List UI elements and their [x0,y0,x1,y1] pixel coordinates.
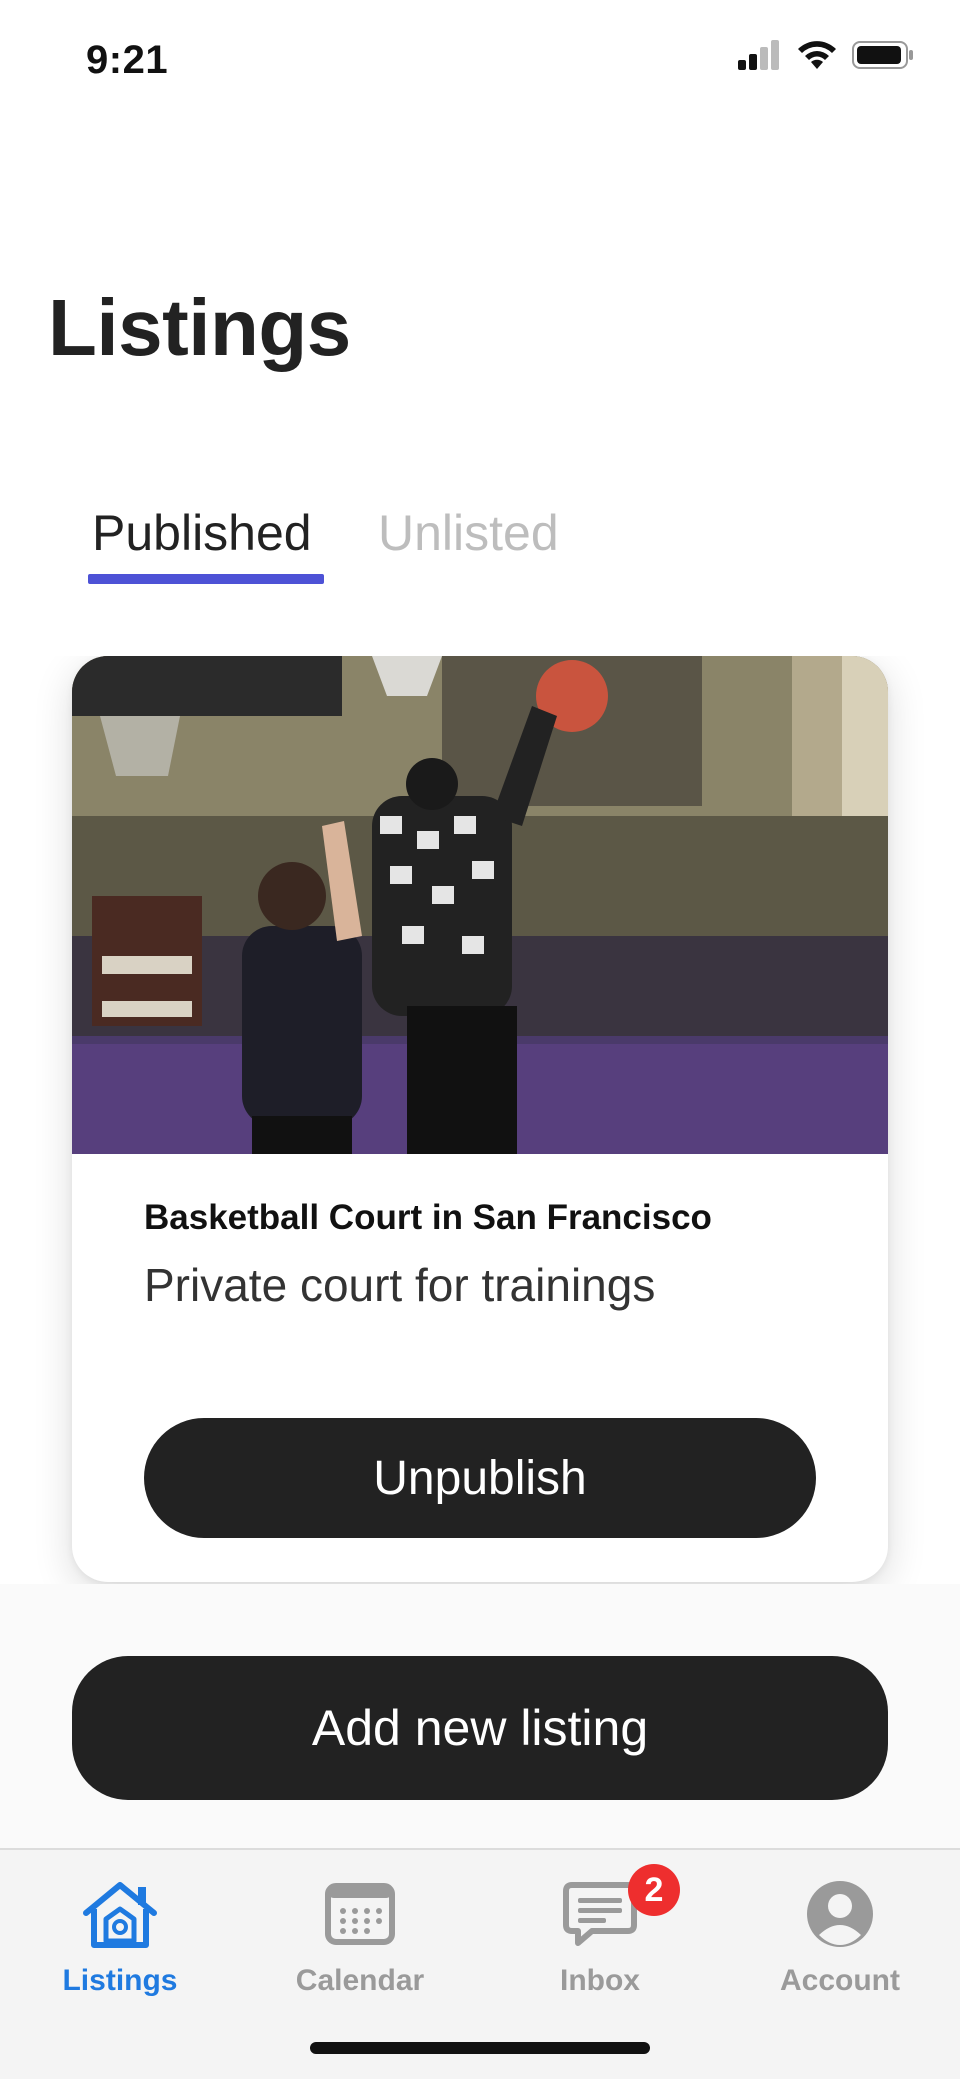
listing-tabs: Published Unlisted [88,498,788,586]
battery-icon [852,41,913,69]
calendar-icon [318,1876,402,1952]
nav-inbox[interactable]: 2 Inbox [480,1864,720,2006]
listing-photo [72,656,888,1154]
status-bar: 9:21 [0,0,960,120]
tab-published[interactable]: Published [92,498,312,586]
listings-scroll-area[interactable]: Basketball Court in San Francisco Privat… [0,656,960,1584]
listing-subtitle: Private court for trainings [144,1259,656,1311]
status-icons [738,40,914,70]
add-new-listing-button[interactable]: Add new listing [72,1656,888,1800]
home-indicator [310,2042,650,2054]
nav-label-listings: Listings [62,1964,178,1997]
wifi-icon [798,41,836,69]
nav-label-inbox: Inbox [560,1964,640,1997]
tab-unlisted[interactable]: Unlisted [378,498,559,586]
active-tab-indicator [88,574,324,584]
nav-account[interactable]: Account [720,1876,960,2006]
home-icon [78,1876,162,1952]
nav-label-calendar: Calendar [295,1964,425,1997]
page-title: Listings [48,283,351,372]
listing-card[interactable]: Basketball Court in San Francisco Privat… [72,656,888,1582]
status-time: 9:21 [86,38,169,82]
bottom-action-area: Add new listing [0,1584,960,1848]
bottom-tab-bar: Listings Calendar 2 Inbox Account [0,1848,960,2079]
inbox-unread-badge: 2 [628,1864,680,1916]
nav-label-account: Account [780,1964,900,1997]
signal-icon [738,40,779,70]
unpublish-button[interactable]: Unpublish [144,1418,816,1538]
nav-listings[interactable]: Listings [0,1876,240,2006]
nav-calendar[interactable]: Calendar [240,1876,480,2006]
account-icon [798,1876,882,1952]
listing-title: Basketball Court in San Francisco [144,1198,712,1237]
